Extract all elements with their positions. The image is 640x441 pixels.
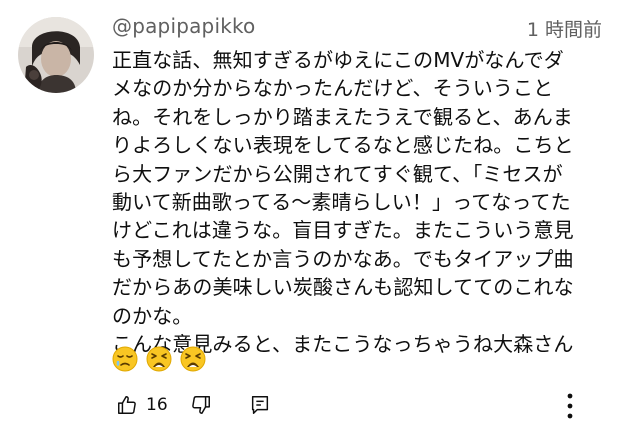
comment-icon [251, 396, 269, 414]
comment-line: ら大ファンだから公開されてすぐ観て、「ミセスが [112, 161, 563, 186]
comment-line: りよろしくない表現をしてるなと感じたね。こちと [112, 133, 574, 158]
more-options-button[interactable] [565, 392, 575, 420]
avatar[interactable] [18, 17, 94, 93]
comment-line: のかな。 [112, 303, 193, 328]
comment-item: @papipapikko 1 時間前 正直な話、無知すぎるがゆえにこのMVがなん… [0, 0, 640, 441]
comment-line: 動いて新曲歌ってる～素晴らしい！」ってなってた [112, 190, 571, 215]
comment-line: 正直な話、無知すぎるがゆえにこのMVがなんでダ [112, 48, 564, 72]
like-count: 16 [146, 395, 168, 415]
reply-button[interactable] [249, 394, 271, 416]
thumbs-down-icon [192, 396, 210, 414]
comment-line: も予想してたとか言うのかなあ。でもタイアップ曲 [112, 246, 574, 271]
sleepy-face-icon [112, 346, 138, 372]
comment-timestamp[interactable]: 1 時間前 [527, 15, 602, 42]
emoji-row [112, 346, 209, 372]
more-vert-icon [567, 393, 573, 419]
comment-line: ね。それをしっかり踏まえたうえで観ると、あんま [112, 104, 573, 129]
comment-line: けどこれは違うな。盲目すぎた。またこういう意見 [112, 218, 574, 243]
thumbs-up-icon [118, 396, 136, 414]
weary-face-icon [146, 346, 172, 372]
comment-author[interactable]: @papipapikko [112, 14, 256, 38]
comment-line: だからあの美味しい炭酸さんも認知しててのこれな [112, 275, 574, 300]
comment-line: メなのか分からなかったんだけど、そういうこと [112, 76, 554, 101]
comment-text: 正直な話、無知すぎるがゆえにこのMVがなんでダ メなのか分からなかったんだけど、… [112, 46, 617, 358]
like-button[interactable]: 16 [116, 394, 168, 416]
weary-face-icon [180, 346, 206, 372]
dislike-button[interactable] [190, 394, 212, 416]
comment-actions: 16 [110, 392, 610, 428]
